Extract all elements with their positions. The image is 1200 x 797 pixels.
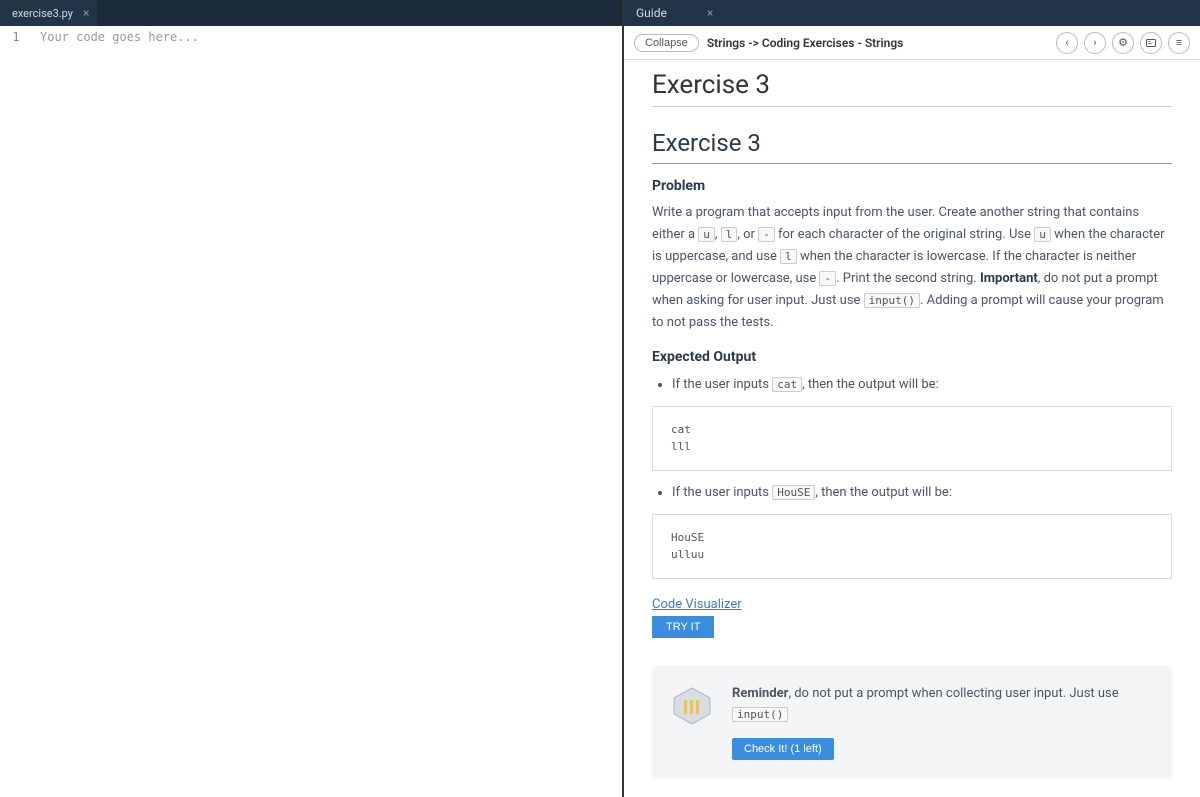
reminder-text: Reminder, do not put a prompt when colle…	[732, 684, 1154, 726]
editor-placeholder: Your code goes here...	[40, 30, 199, 44]
example-2-desc: If the user inputs HouSE, then the outpu…	[672, 485, 1172, 500]
guide-toolbar: Collapse Strings -> Coding Exercises - S…	[624, 26, 1200, 60]
editor-panel: exercise3.py × 1 Your code goes here...	[0, 0, 624, 797]
page-title: Exercise 3	[652, 70, 1172, 107]
try-it-button[interactable]: TRY IT	[652, 616, 714, 638]
guide-panel: Guide × Collapse Strings -> Coding Exerc…	[624, 0, 1200, 797]
next-icon[interactable]: ›	[1084, 32, 1106, 54]
tab-filename: exercise3.py	[12, 7, 73, 20]
problem-heading: Problem	[652, 178, 1172, 194]
gear-icon[interactable]: ⚙	[1112, 32, 1134, 54]
close-icon[interactable]: ×	[707, 6, 713, 20]
example-1-desc: If the user inputs cat, then the output …	[672, 377, 1172, 392]
check-it-button[interactable]: Check It! (1 left)	[732, 738, 834, 760]
close-icon[interactable]: ×	[83, 6, 89, 20]
code-visualizer-link[interactable]: Code Visualizer	[652, 597, 742, 612]
expected-heading: Expected Output	[652, 349, 1172, 365]
collapse-button[interactable]: Collapse	[634, 34, 699, 52]
reminder-box: Reminder, do not put a prompt when colle…	[652, 666, 1172, 778]
guide-tab-bar: Guide ×	[624, 0, 1200, 26]
reminder-icon	[670, 684, 714, 728]
guide-tab-label[interactable]: Guide	[636, 6, 667, 20]
section-title: Exercise 3	[652, 129, 1172, 164]
annotation-icon[interactable]	[1140, 32, 1162, 54]
breadcrumb: Strings -> Coding Exercises - Strings	[707, 36, 904, 50]
example-2-output: HouSE ulluu	[652, 514, 1172, 579]
editor-tab-bar: exercise3.py ×	[0, 0, 622, 26]
prev-icon[interactable]: ‹	[1056, 32, 1078, 54]
menu-icon[interactable]: ≡	[1168, 32, 1190, 54]
line-number: 1	[0, 30, 40, 44]
guide-content: Exercise 3 Exercise 3 Problem Write a pr…	[624, 60, 1200, 797]
editor-tab[interactable]: exercise3.py ×	[0, 0, 97, 26]
example-1-output: cat lll	[652, 406, 1172, 471]
problem-text: Write a program that accepts input from …	[652, 202, 1172, 335]
code-editor[interactable]: 1 Your code goes here...	[0, 26, 622, 797]
